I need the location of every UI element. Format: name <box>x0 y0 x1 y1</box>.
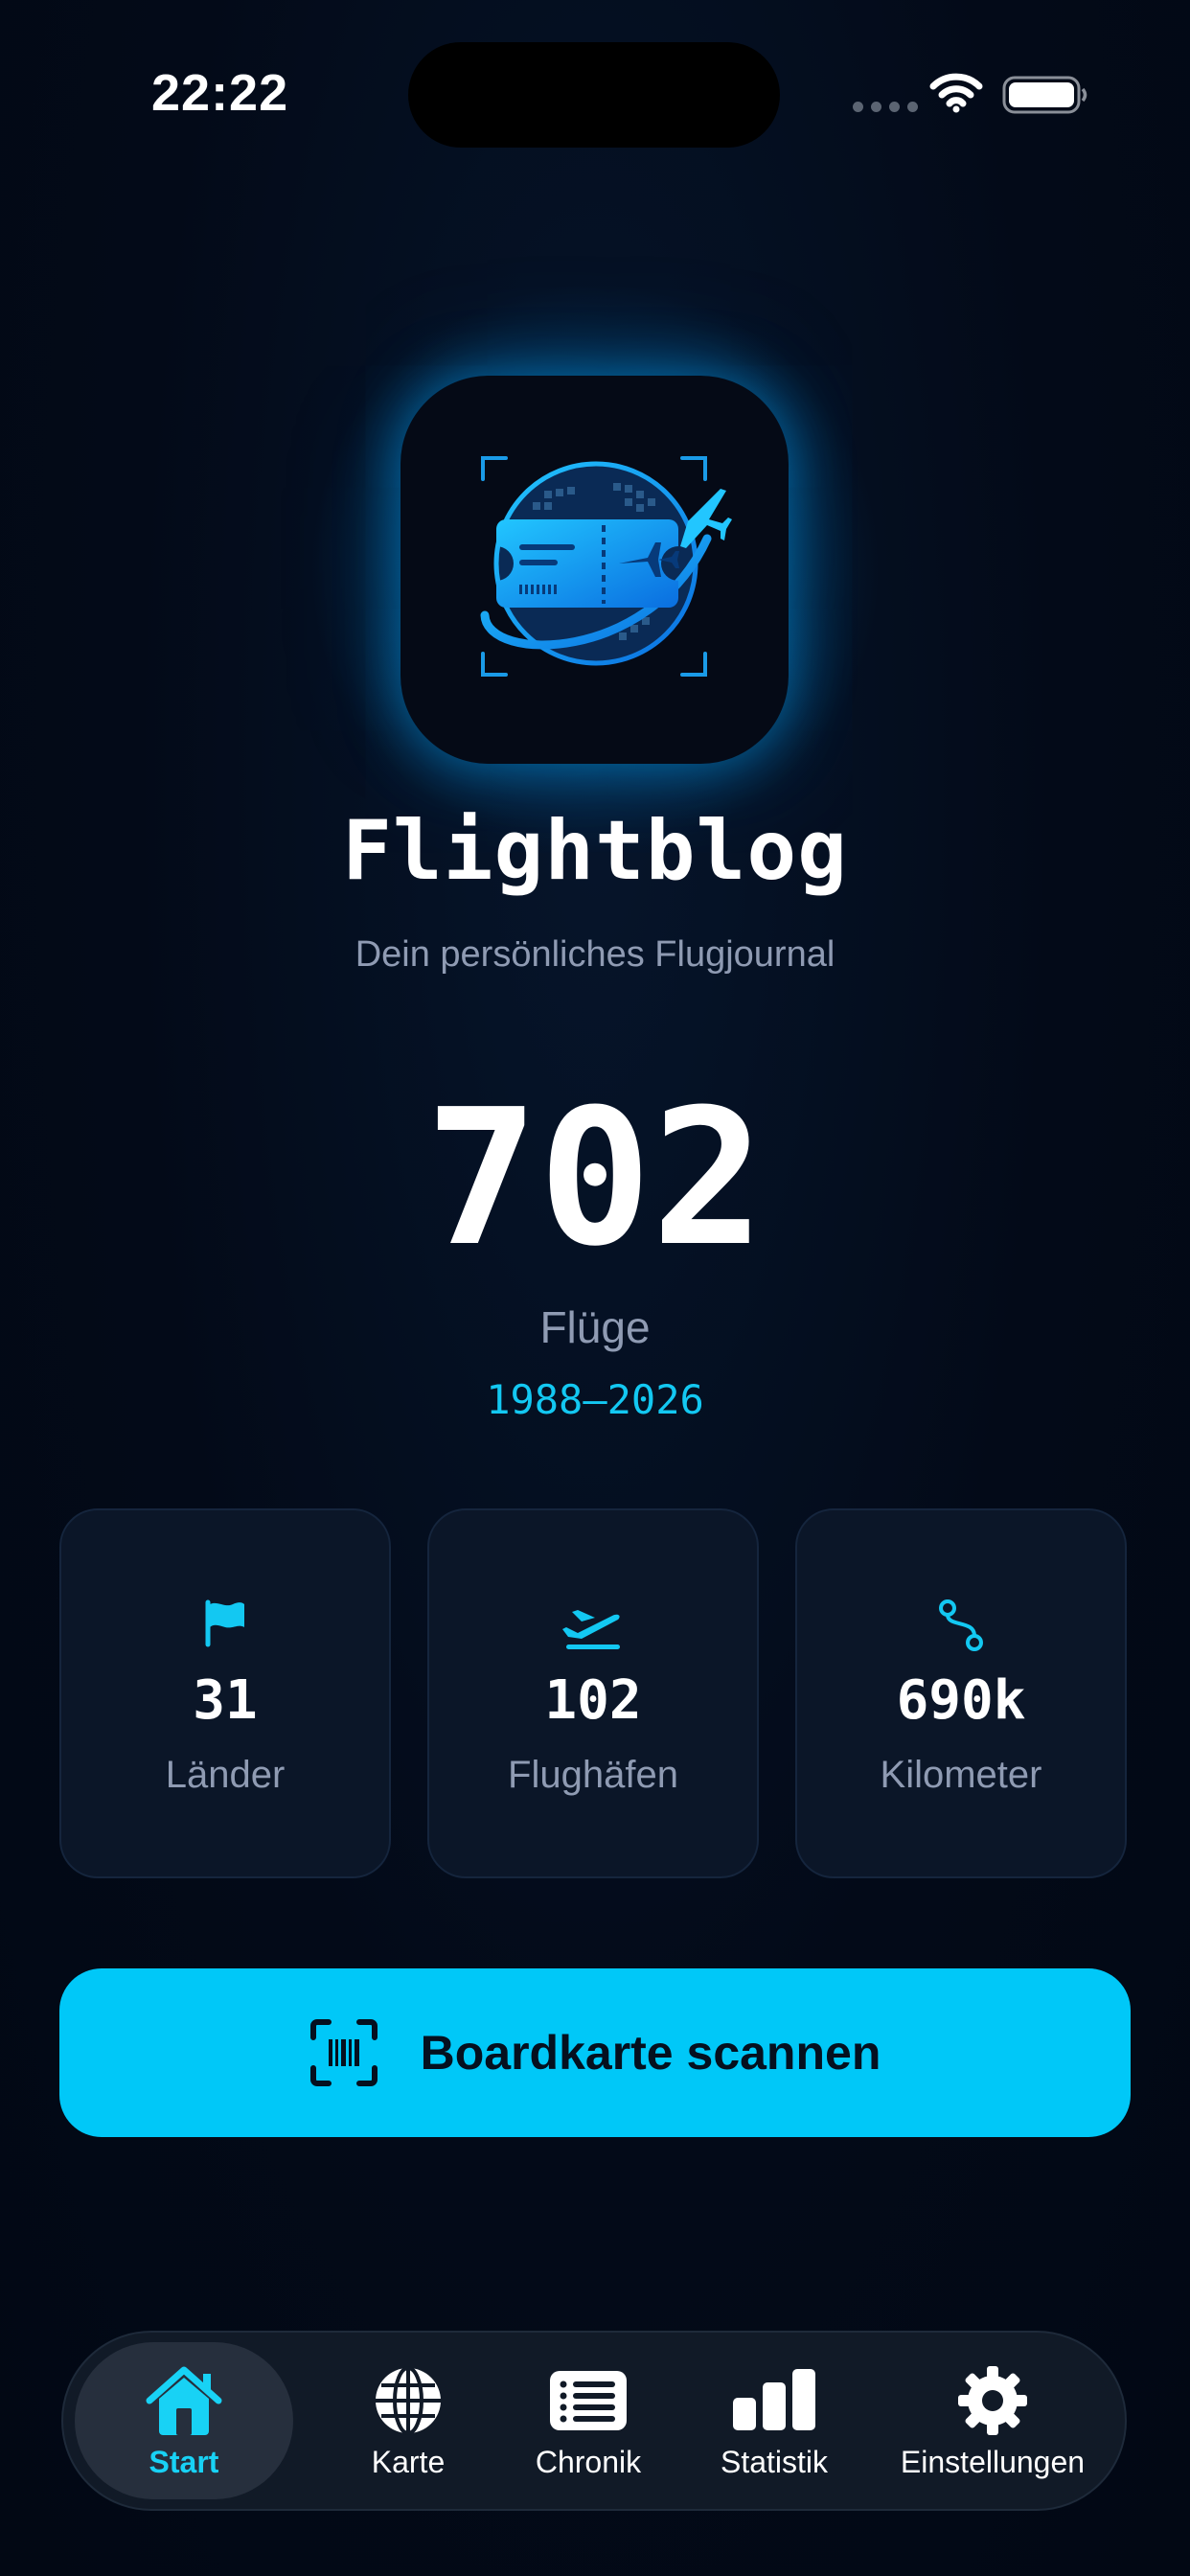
home-screen: 22:22 Flightblog Dein persönliches Flugj… <box>0 0 1190 2576</box>
stat-card-countries[interactable]: 31 Länder <box>59 1508 391 1878</box>
boarding-pass-globe-plane-icon <box>480 456 732 677</box>
scan-boarding-pass-button[interactable]: Boardkarte scannen <box>59 1968 1131 2137</box>
tab-karte[interactable]: Karte <box>320 2333 496 2509</box>
app-tagline: Dein persönliches Flugjournal <box>355 934 835 975</box>
flag-icon <box>61 1598 389 1656</box>
stat-label: Kilometer <box>880 1754 1042 1796</box>
tab-label: Statistik <box>720 2444 829 2479</box>
stat-label: Länder <box>165 1754 286 1796</box>
stat-label: Flughäfen <box>508 1754 678 1796</box>
stat-value: 102 <box>544 1669 642 1732</box>
signal-dots-icon <box>853 102 918 112</box>
tab-einstellungen[interactable]: Einstellungen <box>868 2333 1117 2509</box>
tab-statistik[interactable]: Statistik <box>680 2333 868 2509</box>
stat-card-kilometers[interactable]: 690k Kilometer <box>795 1508 1127 1878</box>
year-range: 1988–2026 <box>486 1376 704 1423</box>
tab-label: Chronik <box>535 2444 642 2479</box>
status-time: 22:22 <box>151 64 289 122</box>
flight-count: 702 <box>424 1070 765 1288</box>
gear-icon <box>950 2362 1036 2439</box>
house-icon <box>141 2362 227 2439</box>
bar-chart-icon <box>731 2362 817 2439</box>
airplane-takeoff-icon <box>429 1598 757 1656</box>
stat-value: 690k <box>896 1669 1026 1732</box>
app-logo <box>400 376 789 764</box>
tab-start[interactable]: Start <box>75 2342 293 2499</box>
scan-button-label: Boardkarte scannen <box>420 2026 881 2080</box>
tab-label: Start <box>149 2444 219 2479</box>
list-icon <box>545 2362 631 2439</box>
tab-chronik[interactable]: Chronik <box>492 2333 684 2509</box>
globe-icon <box>365 2362 451 2439</box>
wifi-icon <box>929 73 983 113</box>
flight-count-label: Flüge <box>539 1302 651 1352</box>
route-icon <box>797 1598 1125 1656</box>
dynamic-island <box>408 42 780 148</box>
barcode-scan-icon <box>309 2019 378 2086</box>
tab-label: Karte <box>371 2444 446 2479</box>
tab-label: Einstellungen <box>900 2444 1086 2479</box>
app-name: Flightblog <box>342 803 848 899</box>
tab-bar: Start Karte Chronik Statistik Einstellun… <box>61 2331 1127 2511</box>
battery-icon <box>1002 76 1087 114</box>
stat-card-airports[interactable]: 102 Flughäfen <box>427 1508 759 1878</box>
stat-value: 31 <box>193 1669 258 1732</box>
